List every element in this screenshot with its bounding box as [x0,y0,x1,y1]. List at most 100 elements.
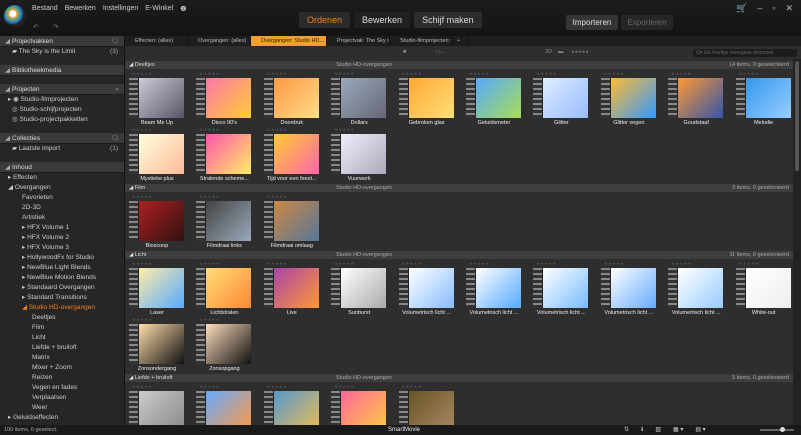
group-header[interactable]: ◢ Licht Studio HD-overgangen 11 items, 0 g… [125,251,793,259]
transition-tile[interactable]: ★★★★★ Volumetrisch licht ... [396,261,458,317]
transition-tile[interactable]: ★★★★★ Disco 90's [193,71,255,127]
rating-stars[interactable]: ★★★★★ [604,71,624,76]
rating-stars[interactable]: ★★★★★ [132,127,152,132]
content-tree-item[interactable]: ▸ NewBlue Light Blends [0,263,124,273]
filter-icon[interactable]: ▬ [558,49,564,55]
maximize-icon[interactable]: ▫ [772,3,775,14]
transition-tile[interactable]: ★★★★★ White-out [733,261,793,317]
rating-stars[interactable]: ★★★★★ [402,384,422,389]
smartmovie-button[interactable]: SmartMovie [388,425,420,435]
section-inhoud[interactable]: ◢ Inhoud [0,162,124,173]
rating-stars[interactable]: ★★★★★ [536,261,556,266]
content-tree-item[interactable]: Licht [0,333,124,343]
rating-stars[interactable]: ★★★★★ [132,194,152,199]
content-tree-item[interactable]: 2D-3D [0,203,124,213]
section-bibliotheekmedia[interactable]: ◢ Bibliotheekmedia [0,65,124,76]
transition-tile[interactable]: ★★★★★ Zonsondergang [126,317,188,373]
cart-icon[interactable]: 🛒 [736,3,747,14]
transition-tile[interactable]: ★★★★★ Volumetrisch licht ... [530,261,592,317]
transition-tile[interactable]: ★★★★★ Filmdraai omlaag [261,194,323,250]
content-tree-item[interactable]: Mixer + Zoom [0,363,124,373]
rating-stars[interactable]: ★★★★★ [199,127,219,132]
collection-item[interactable]: ▰ Laatste import (1) [0,144,124,154]
transition-tile[interactable]: ★★★★★ Lichtstralen [193,261,255,317]
transition-tile[interactable]: ★★★★★Trouwalbum [396,384,458,425]
project-bin-item[interactable]: ▰ The Sky is the Limit (3) [0,47,124,57]
sort-icon[interactable]: ⇅ [624,425,629,435]
view-2d-toggle[interactable]: 2D [545,49,552,55]
group-header[interactable]: ◢ Liefde + bruiloft Studio HD-overgangen 5… [125,374,793,382]
rating-stars[interactable]: ★★★★★ [739,71,759,76]
content-tree-item[interactable]: ▸ Standaard Overgangen [0,283,124,293]
list-view-icon[interactable]: ▤ ▾ [695,425,705,435]
undo-redo-icons[interactable]: ↶ ↷ [33,23,65,31]
rating-stars[interactable]: ★★★★★ [334,384,354,389]
transition-tile[interactable]: ★★★★★ Beam Me Up [126,71,188,127]
content-tree-item[interactable]: ▸ HFX Volume 2 [0,233,124,243]
transition-tile[interactable]: ★★★★★ Volumetrisch licht ... [463,261,525,317]
transition-tile[interactable]: ★★★★★ Tijd voor een feest... [261,127,323,183]
transition-tile[interactable]: ★★★★★ Laser [126,261,188,317]
add-tab-button[interactable]: + [453,36,469,46]
content-tree-item[interactable]: Artistiek [0,213,124,223]
mode-tab-ordenen[interactable]: Ordenen [299,12,351,28]
mode-tab-schijf-maken[interactable]: Schijf maken [414,12,482,28]
content-tree-item[interactable]: ▸ HollywoodFx for Studio [0,253,124,263]
menu-item-2[interactable]: Instellingen [103,5,138,13]
transition-tile[interactable]: ★★★★★ Live [261,261,323,317]
rating-stars[interactable]: ★★★★★ [132,71,152,76]
search-input[interactable]: Q▾ Uw huidige weergave doorzoek [693,49,797,57]
content-tree-item[interactable]: ▸ HFX Volume 1 [0,223,124,233]
content-tree-item[interactable]: Reizen [0,373,124,383]
export-button[interactable]: Exporteren [621,15,673,30]
content-tree-item[interactable]: ▸ HFX Volume 3 [0,243,124,253]
minimize-icon[interactable]: – [757,3,762,14]
transition-tile[interactable]: ★★★★★Hartvorm [193,384,255,425]
grid-view-icon[interactable]: ▦ ▾ [673,425,683,435]
transition-tile[interactable]: ★★★★★ Vuurwerk [328,127,390,183]
content-tree-item[interactable]: ◢ Studio HD-overgangen [0,303,124,313]
section-projectvakken-action-icon[interactable]: 🗨 [111,36,119,47]
content-tree-item[interactable]: ▸ Geluidseffecten [0,413,124,423]
section-projectvakken-toggle-icon[interactable]: ◢ [5,36,12,47]
transition-tile[interactable]: ★★★★★ Goudstaaf [665,71,727,127]
library-tab[interactable]: Studio-filmprojecten: Ope... [390,36,453,46]
app-logo-icon[interactable] [4,5,26,27]
transition-tile[interactable]: ★★★★★ Zonsopgang [193,317,255,373]
content-tree-item[interactable]: Matrix [0,353,124,363]
rating-stars[interactable]: ★★★★★ [334,127,354,132]
content-tree-item[interactable]: Weer [0,403,124,413]
projects-item-2[interactable]: ◎ Studio-projectpakketten [0,115,124,125]
transition-tile[interactable]: ★★★★★ Dollars [328,71,390,127]
close-icon[interactable]: ✕ [785,3,793,14]
transition-tile[interactable]: ★★★★★ Stralende scheme... [193,127,255,183]
rating-stars[interactable]: ★★★★★ [199,194,219,199]
content-tree-item[interactable]: Deeltjes [0,313,124,323]
transition-tile[interactable]: ★★★★★ Volumetrisch licht ... [665,261,727,317]
library-tab[interactable]: Overgangen: (alles) [188,36,251,46]
group-header[interactable]: ◢ Deeltjes Studio HD-overgangen 14 items, … [125,61,793,69]
columns-icon[interactable]: ▥ [655,425,661,435]
transition-tile[interactable]: ★★★★★ Glitter vegen [598,71,660,127]
scrollbar-thumb[interactable] [795,61,799,171]
rating-stars[interactable]: ★★★★★ [132,317,152,322]
rating-filter[interactable]: ★★★★★ [571,49,589,54]
section-projecten-action-icon[interactable]: ⌕ [115,84,119,95]
rating-stars[interactable]: ★★★★★ [132,261,152,266]
import-button[interactable]: Importeren [566,15,618,30]
content-tree-item[interactable]: Verplaatsen [0,393,124,403]
folder-icon[interactable]: ■ [403,49,406,55]
content-tree-item[interactable]: Liefde + bruiloft [0,343,124,353]
transition-tile[interactable]: ★★★★★ Gebroken glas [396,71,458,127]
content-tree-item[interactable]: ▸ Standard Transitions [0,293,124,303]
rating-stars[interactable]: ★★★★★ [402,71,422,76]
rating-stars[interactable]: ★★★★★ [536,71,556,76]
zoom-slider-knob[interactable] [780,427,785,432]
transition-tile[interactable]: ★★★★★ Mystieke plus [126,127,188,183]
rating-stars[interactable]: ★★★★★ [267,127,287,132]
library-tab[interactable]: Overgangen: Studio HD... [251,36,327,46]
rating-stars[interactable]: ★★★★★ [267,194,287,199]
menu-item-3[interactable]: E-Winkel [145,5,173,13]
zoom-slider[interactable] [760,427,794,432]
rating-stars[interactable]: ★★★★★ [199,384,219,389]
